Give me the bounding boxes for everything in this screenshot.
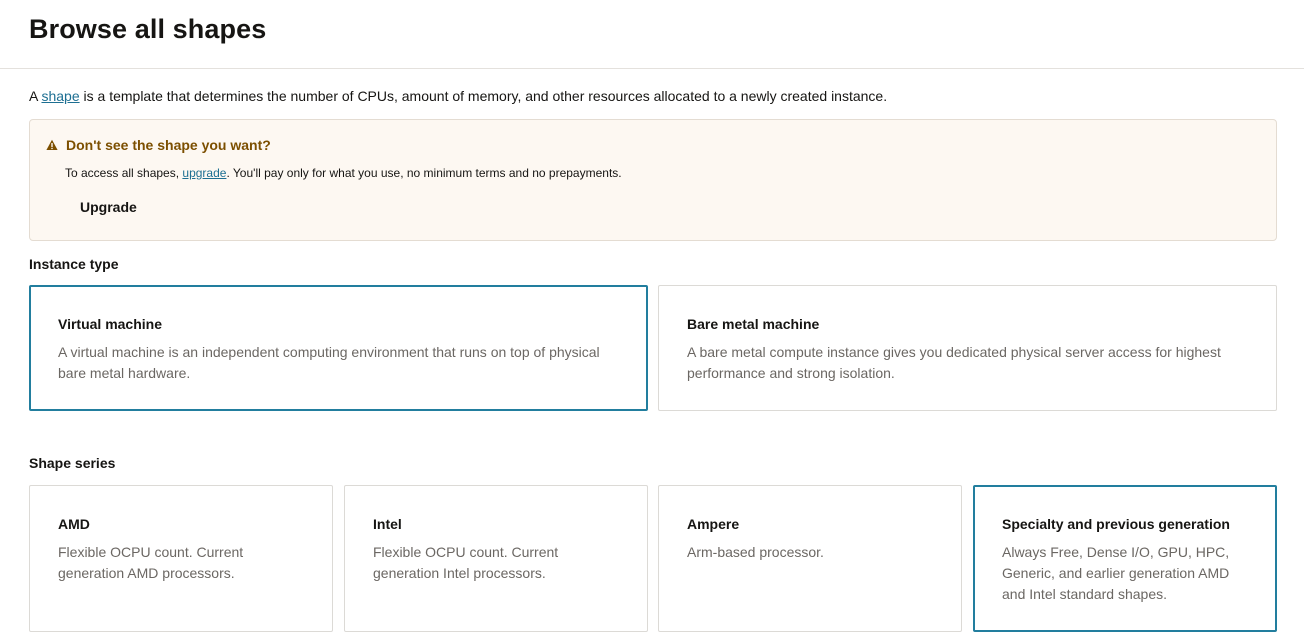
notice-body: To access all shapes, upgrade. You'll pa… <box>65 166 622 180</box>
card-description: A virtual machine is an independent comp… <box>58 344 600 381</box>
page-title: Browse all shapes <box>29 14 267 44</box>
card-title: Bare metal machine <box>687 316 820 332</box>
shape-link[interactable]: shape <box>41 88 79 104</box>
card-description: A bare metal compute instance gives you … <box>687 344 1221 381</box>
upgrade-link[interactable]: upgrade <box>182 166 226 180</box>
card-title: Specialty and previous generation <box>1002 516 1230 532</box>
card-title: Virtual machine <box>58 316 163 332</box>
notice-header: Don't see the shape you want? <box>46 137 271 153</box>
card-title: Ampere <box>687 516 740 532</box>
instance-type-label: Instance type <box>29 256 119 272</box>
notice-body-suffix: . You'll pay only for what you use, no m… <box>226 166 622 180</box>
instance-card-bare-metal[interactable]: Bare metal machine A bare metal compute … <box>658 285 1277 411</box>
notice-title: Don't see the shape you want? <box>66 137 271 153</box>
card-description: Flexible OCPU count. Current generation … <box>373 544 559 581</box>
intro-prefix: A <box>29 88 42 104</box>
card-title: AMD <box>58 516 90 532</box>
warning-icon <box>46 139 58 150</box>
page-header: Browse all shapes <box>0 0 1304 69</box>
notice-body-prefix: To access all shapes, <box>65 166 183 180</box>
card-description: Arm-based processor. <box>687 544 824 560</box>
series-card-ampere[interactable]: Ampere Arm-based processor. <box>658 485 962 632</box>
card-description: Flexible OCPU count. Current generation … <box>58 544 244 581</box>
upgrade-button[interactable]: Upgrade <box>70 195 147 219</box>
series-card-amd[interactable]: AMD Flexible OCPU count. Current generat… <box>29 485 333 632</box>
shape-series-label: Shape series <box>29 455 116 471</box>
series-card-intel[interactable]: Intel Flexible OCPU count. Current gener… <box>344 485 648 632</box>
card-description: Always Free, Dense I/O, GPU, HPC, Generi… <box>1002 544 1230 602</box>
upgrade-notice: Don't see the shape you want? To access … <box>29 119 1277 241</box>
intro-suffix: is a template that determines the number… <box>79 88 888 104</box>
card-title: Intel <box>373 516 402 532</box>
intro-text: A shape is a template that determines th… <box>29 88 887 104</box>
instance-card-virtual-machine[interactable]: Virtual machine A virtual machine is an … <box>29 285 648 411</box>
series-card-specialty[interactable]: Specialty and previous generation Always… <box>973 485 1277 632</box>
